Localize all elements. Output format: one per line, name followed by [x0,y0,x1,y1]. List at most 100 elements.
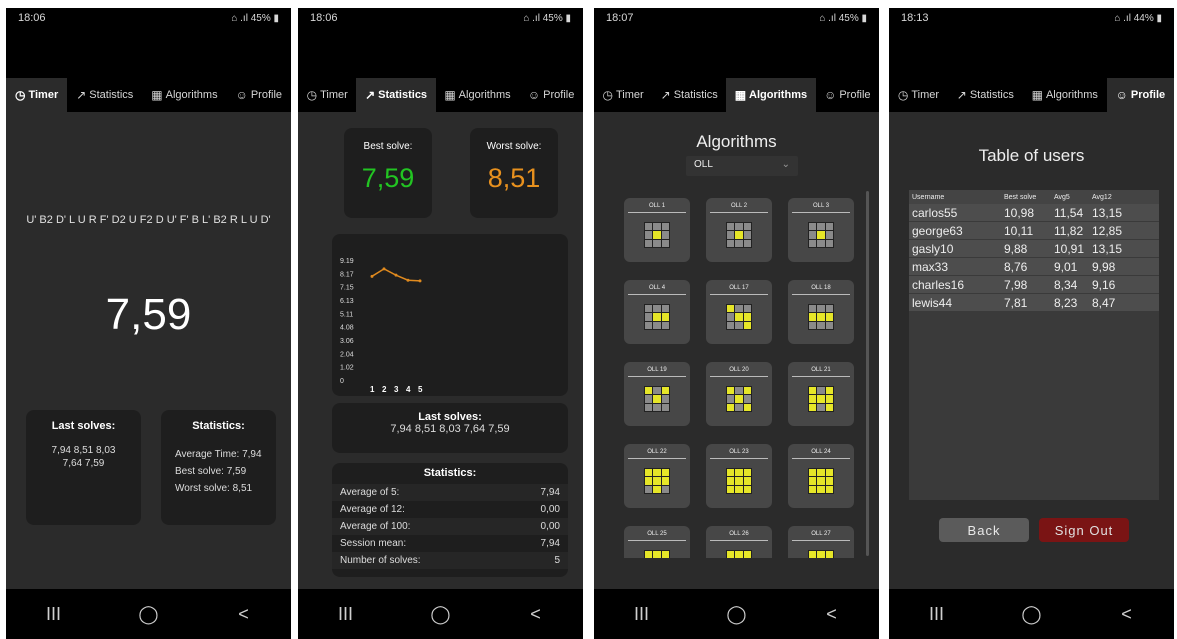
recent-apps-button[interactable]: III [24,604,84,625]
algorithm-card[interactable]: OLL 27 [788,526,854,558]
algorithm-card[interactable]: OLL 20 [706,362,772,426]
cube-pattern-icon [726,304,752,330]
algorithm-card[interactable]: OLL 17 [706,280,772,344]
tab-algorithms[interactable]: ▦ Algorithms [436,78,520,112]
phone-profile: 18:13 ⌂ .ıl 44% ▮ ◷ Timer ↗ Statistics ▦ Al… [889,8,1174,639]
tab-timer[interactable]: ◷ Timer [6,78,68,112]
recent-apps-button[interactable]: III [612,604,672,625]
y-tick-label: 8.17 [340,271,354,278]
cube-pattern-icon [726,386,752,412]
sign-out-button[interactable]: Sign Out [1039,518,1129,542]
back-button[interactable]: < [506,604,566,625]
table-cell: 7,81 [1004,295,1028,310]
cube-pattern-icon [808,386,834,412]
user-circle-icon: ☺ [235,88,248,102]
table-cell: 8,47 [1092,295,1116,310]
cube-pattern-icon [644,222,670,248]
stats-average: Average Time: 7,94 [175,449,262,460]
tab-profile[interactable]: ☺ Profile [227,78,291,112]
algorithm-card[interactable]: OLL 26 [706,526,772,558]
stats-best: Best solve: 7,59 [175,466,247,477]
trend-icon: ↗ [76,88,87,102]
tab-statistics[interactable]: ↗ Statistics [67,78,142,112]
stat-value: 0,00 [540,504,560,515]
algorithm-label: OLL 1 [628,198,686,213]
y-tick-label: 5.11 [340,311,353,318]
back-button[interactable]: < [1097,604,1157,625]
table-cell: 10,91 [1054,241,1085,256]
algorithm-card[interactable]: OLL 21 [788,362,854,426]
table-row: gasly10 9,88 10,91 13,15 [909,240,1159,258]
algorithm-set-dropdown[interactable]: OLL ⌄ [686,156,798,176]
tab-profile[interactable]: ☺ Profile [816,78,879,112]
algorithm-list[interactable]: OLL 1 OLL 2 OLL 3 OLL 4 OLL 17 OLL 18 OLL 19 OL… [624,198,860,558]
worst-solve-value: 8,51 [487,163,541,193]
tab-profile[interactable]: ☺ Profile [519,78,583,112]
stat-row: Number of solves: 5 [332,552,568,569]
cube-pattern-icon [808,304,834,330]
back-button[interactable]: < [214,604,274,625]
table-row: max33 8,76 9,01 9,98 [909,258,1159,276]
data-point [370,274,374,278]
table-cell: 11,54 [1054,205,1084,220]
home-button[interactable]: ◯ [119,604,179,625]
phone-algorithms: 18:07 ⌂ .ıl 45% ▮ ◷ Timer ↗ Statistics ▦ Al… [594,8,879,639]
home-button[interactable]: ◯ [707,604,767,625]
recent-apps-button[interactable]: III [316,604,376,625]
algorithm-card[interactable]: OLL 22 [624,444,690,508]
algorithm-label: OLL 25 [628,526,686,541]
stat-label: Average of 12: [340,504,405,515]
tab-algorithms[interactable]: ▦ Algorithms [142,78,226,112]
worst-solve-card: Worst solve: 8,51 [470,128,558,218]
tab-profile[interactable]: ☺ Profile [1106,78,1174,112]
x-tick-label: 4 [406,385,411,394]
clock-icon: ◷ [14,88,26,102]
algorithm-card[interactable]: OLL 24 [788,444,854,508]
algorithm-card[interactable]: OLL 25 [624,526,690,558]
stat-value: 7,94 [540,487,560,498]
trend-icon: ↗ [660,88,671,102]
stat-label: Average of 5: [340,487,400,498]
table-cell: 11,82 [1054,223,1084,238]
tab-algorithms[interactable]: ▦ Algorithms [1023,78,1107,112]
algorithm-card[interactable]: OLL 19 [624,362,690,426]
table-cell: george63 [912,223,963,238]
algorithm-label: OLL 24 [792,444,850,459]
stat-value: 0,00 [540,521,560,532]
algorithms-title: Algorithms [696,132,777,151]
best-solve-value: 7,59 [361,163,415,193]
table-row: charles16 7,98 8,34 9,16 [909,276,1159,294]
current-time[interactable]: 7,59 [6,290,291,340]
back-button[interactable]: < [802,604,862,625]
tab-timer[interactable]: ◷ Timer [594,78,652,112]
grid-icon: ▦ [151,88,163,102]
algorithm-card[interactable]: OLL 23 [706,444,772,508]
algorithm-card[interactable]: OLL 1 [624,198,690,262]
algorithm-card[interactable]: OLL 4 [624,280,690,344]
tab-statistics[interactable]: ↗ Statistics [652,78,726,112]
chevron-down-icon: ⌄ [781,159,790,170]
tab-statistics[interactable]: ↗ Statistics [356,78,436,112]
line-chart: 9.19 8.17 7.15 6.13 5.11 4.08 3.06 2.04 1.02 0 1 2 3… [340,258,423,394]
table-cell: 13,15 [1092,241,1123,256]
recent-apps-button[interactable]: III [907,604,967,625]
back-button[interactable]: Back [939,518,1029,542]
tab-algorithms[interactable]: ▦ Algorithms [726,78,816,112]
home-button[interactable]: ◯ [411,604,471,625]
tab-statistics[interactable]: ↗ Statistics [948,78,1023,112]
table-cell: lewis44 [912,295,953,310]
scrollbar[interactable] [866,191,869,556]
home-button[interactable]: ◯ [1002,604,1062,625]
tab-timer[interactable]: ◷ Timer [298,78,356,112]
table-cell: 13,15 [1092,205,1123,220]
algorithm-card[interactable]: OLL 3 [788,198,854,262]
algorithm-card[interactable]: OLL 2 [706,198,772,262]
table-cell: 8,23 [1054,295,1078,310]
y-tick-label: 7.15 [340,285,354,292]
tab-timer[interactable]: ◷ Timer [889,78,948,112]
tab-bar: ◷ Timer ↗ Statistics ▦ Algorithms ☺ Profile [6,78,291,112]
algorithm-label: OLL 20 [710,362,768,377]
users-table-title: Table of users [978,146,1085,165]
algorithm-label: OLL 26 [710,526,768,541]
algorithm-card[interactable]: OLL 18 [788,280,854,344]
